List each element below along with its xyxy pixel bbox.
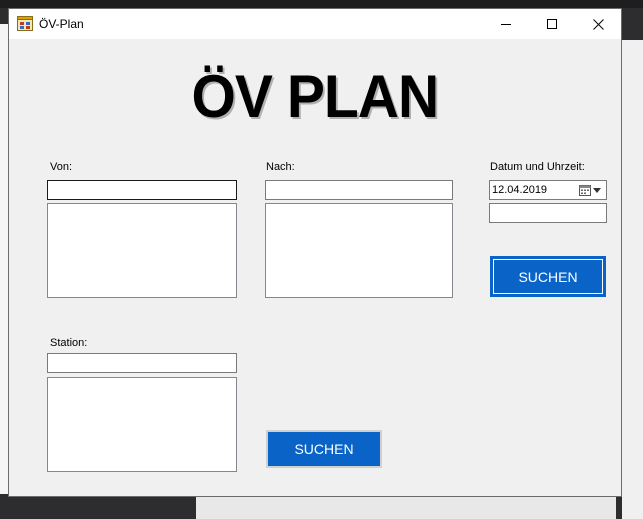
calendar-icon[interactable] [579,184,591,196]
maximize-icon [547,19,557,29]
station-results-list[interactable] [47,377,237,472]
from-input[interactable] [47,180,237,200]
to-input[interactable] [265,180,453,200]
minimize-button[interactable] [483,9,529,39]
maximize-button[interactable] [529,9,575,39]
minimize-icon [501,23,511,25]
to-label: Nach: [266,161,295,173]
from-suggestions-list[interactable] [47,203,237,298]
background-ide-right-panel [622,40,643,519]
app-icon[interactable] [17,16,33,31]
search-connection-button[interactable]: SUCHEN [490,256,606,297]
window-title: ÖV-Plan [39,17,84,31]
title-bar[interactable]: ÖV-Plan [9,9,621,39]
background-ide-toolbar [0,0,643,8]
time-input[interactable] [489,203,607,223]
page-title: ÖV PLAN [9,65,621,129]
date-picker-value: 12.04.2019 [492,184,548,196]
search-station-button[interactable]: SUCHEN [266,430,382,468]
app-window: ÖV-Plan ÖV PLAN Von: Nach: Datum und Uhr… [8,8,622,497]
from-label: Von: [50,161,73,173]
close-button[interactable] [575,9,621,39]
to-suggestions-list[interactable] [265,203,453,298]
datetime-label: Datum und Uhrzeit: [490,161,585,173]
client-area: ÖV PLAN Von: Nach: Datum und Uhrzeit: 12… [9,39,621,496]
chevron-down-icon[interactable] [593,188,601,193]
background-ide-left-panel [0,24,8,494]
page-title-text: ÖV PLAN [191,63,440,130]
background-ide-bottom-panel [196,497,616,519]
close-icon [592,18,604,30]
station-label: Station: [50,337,88,349]
station-input[interactable] [47,353,237,373]
date-picker[interactable]: 12.04.2019 [489,180,607,200]
